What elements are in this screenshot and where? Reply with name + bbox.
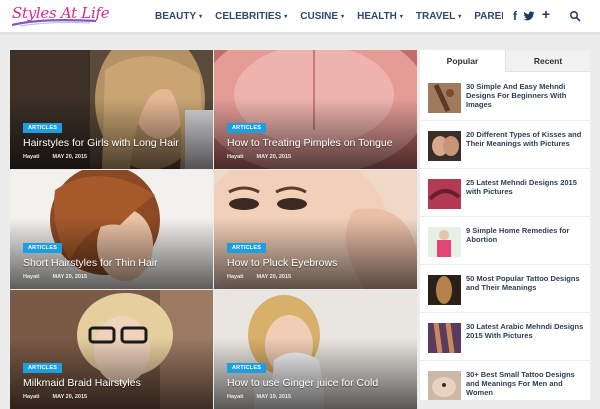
article-card[interactable]: ARTICLES How to use Ginger juice for Col…: [214, 290, 417, 409]
post-title[interactable]: 9 Simple Home Remedies for Abortion: [466, 226, 588, 244]
post-thumbnail: [428, 275, 461, 305]
popular-post-item[interactable]: 30 Latest Arabic Mehndi Designs 2015 Wit…: [420, 314, 590, 361]
chevron-down-icon: ▾: [458, 14, 462, 20]
category-badge[interactable]: ARTICLES: [23, 123, 63, 133]
nav-item-celebrities[interactable]: CELEBRITIES ▾: [215, 11, 287, 22]
chevron-down-icon: ▾: [199, 14, 203, 20]
article-meta: Hayati MAY 20, 2015: [23, 154, 87, 160]
article-author[interactable]: Hayati: [227, 394, 244, 400]
article-date: MAY 20, 2015: [52, 274, 88, 280]
nav-item-travel[interactable]: TRAVEL ▾: [416, 11, 461, 22]
article-title[interactable]: How to Pluck Eyebrows: [227, 257, 337, 269]
nav-label: TRAVEL: [415, 11, 456, 22]
nav-label: HEALTH: [357, 11, 397, 22]
post-title[interactable]: 30 Latest Arabic Mehndi Designs 2015 Wit…: [466, 322, 588, 340]
post-thumbnail: [428, 371, 461, 400]
nav-label: CUSINE: [300, 11, 339, 22]
popular-post-item[interactable]: 20 Different Types of Kisses and Their M…: [420, 122, 590, 169]
post-thumbnail: [428, 323, 461, 353]
article-title[interactable]: Milkmaid Braid Hairstyles: [23, 377, 141, 389]
facebook-icon[interactable]: f: [509, 10, 521, 22]
twitter-icon[interactable]: [523, 10, 535, 22]
article-meta: Hayati MAY 20, 2015: [23, 274, 87, 280]
nav-label: BEAUTY: [155, 11, 197, 22]
article-author[interactable]: Hayati: [23, 274, 40, 280]
sidebar-widget: Popular Recent 30 Simple And Easy Mehndi…: [420, 50, 590, 400]
article-author[interactable]: Hayati: [23, 394, 40, 400]
logo-swoosh-icon: [11, 19, 97, 27]
search-icon[interactable]: [569, 10, 581, 22]
nav-item-beauty[interactable]: BEAUTY ▾: [155, 11, 202, 22]
article-date: MAY 20, 2015: [52, 394, 88, 400]
post-thumbnail: [428, 179, 461, 209]
article-card[interactable]: ARTICLES Hairstyles for Girls with Long …: [10, 50, 213, 169]
article-date: MAY 20, 2015: [256, 154, 292, 160]
article-title[interactable]: Short Hairstyles for Thin Hair: [23, 257, 158, 269]
sidebar-tabs: Popular Recent: [420, 50, 590, 72]
category-badge[interactable]: ARTICLES: [23, 363, 63, 373]
nav-label: PARENTING: [474, 11, 503, 22]
article-card[interactable]: ARTICLES Milkmaid Braid Hairstyles Hayat…: [10, 290, 213, 409]
popular-post-item[interactable]: 30 Simple And Easy Mehndi Designs For Be…: [420, 74, 590, 121]
article-title[interactable]: Hairstyles for Girls with Long Hair: [23, 137, 179, 149]
nav-item-health[interactable]: HEALTH ▾: [357, 11, 403, 22]
article-title[interactable]: How to use Ginger juice for Cold: [227, 377, 378, 389]
category-badge[interactable]: ARTICLES: [227, 243, 267, 253]
nav-item-parenting[interactable]: PARENTING: [474, 11, 503, 22]
post-title[interactable]: 30+ Best Small Tattoo Designs and Meanin…: [466, 370, 588, 397]
article-date: MAY 19, 2015: [256, 394, 292, 400]
google-plus-icon[interactable]: +: [540, 7, 552, 21]
nav-label: CELEBRITIES: [215, 11, 282, 22]
article-card[interactable]: ARTICLES How to Treating Pimples on Tong…: [214, 50, 417, 169]
article-author[interactable]: Hayati: [227, 154, 244, 160]
article-meta: Hayati MAY 20, 2015: [227, 154, 291, 160]
article-card[interactable]: ARTICLES Short Hairstyles for Thin Hair …: [10, 170, 213, 289]
post-title[interactable]: 20 Different Types of Kisses and Their M…: [466, 130, 588, 148]
category-badge[interactable]: ARTICLES: [227, 123, 267, 133]
chevron-down-icon: ▾: [399, 14, 403, 20]
site-logo[interactable]: Styles At Life: [8, 3, 110, 29]
article-card[interactable]: ARTICLES How to Pluck Eyebrows Hayati MAY…: [214, 170, 417, 289]
nav-item-cusine[interactable]: CUSINE ▾: [300, 11, 344, 22]
article-date: MAY 20, 2015: [256, 274, 292, 280]
tab-popular[interactable]: Popular: [420, 50, 505, 72]
post-title[interactable]: 50 Most Popular Tattoo Designs and Their…: [466, 274, 588, 292]
chevron-down-icon: ▾: [341, 14, 345, 20]
main-nav: BEAUTY ▾ CELEBRITIES ▾ CUSINE ▾ HEALTH ▾ TRA…: [155, 0, 503, 33]
category-badge[interactable]: ARTICLES: [23, 243, 63, 253]
chevron-down-icon: ▾: [284, 14, 288, 20]
post-thumbnail: [428, 227, 461, 257]
article-title[interactable]: How to Treating Pimples on Tongue: [227, 137, 393, 149]
featured-grid: ARTICLES Hairstyles for Girls with Long …: [10, 50, 418, 409]
post-title[interactable]: 25 Latest Mehndi Designs 2015 with Pictu…: [466, 178, 588, 196]
article-meta: Hayati MAY 20, 2015: [23, 394, 87, 400]
popular-post-item[interactable]: 30+ Best Small Tattoo Designs and Meanin…: [420, 362, 590, 400]
article-date: MAY 20, 2015: [52, 154, 88, 160]
post-thumbnail: [428, 83, 461, 113]
tab-recent[interactable]: Recent: [505, 50, 590, 72]
popular-post-item[interactable]: 9 Simple Home Remedies for Abortion: [420, 218, 590, 265]
site-header: Styles At Life BEAUTY ▾ CELEBRITIES ▾ CUSI…: [0, 0, 600, 33]
article-meta: Hayati MAY 20, 2015: [227, 274, 291, 280]
popular-post-item[interactable]: 25 Latest Mehndi Designs 2015 with Pictu…: [420, 170, 590, 217]
article-author[interactable]: Hayati: [227, 274, 244, 280]
category-badge[interactable]: ARTICLES: [227, 363, 267, 373]
article-meta: Hayati MAY 19, 2015: [227, 394, 291, 400]
popular-post-item[interactable]: 50 Most Popular Tattoo Designs and Their…: [420, 266, 590, 313]
post-thumbnail: [428, 131, 461, 161]
article-author[interactable]: Hayati: [23, 154, 40, 160]
post-title[interactable]: 30 Simple And Easy Mehndi Designs For Be…: [466, 82, 588, 109]
